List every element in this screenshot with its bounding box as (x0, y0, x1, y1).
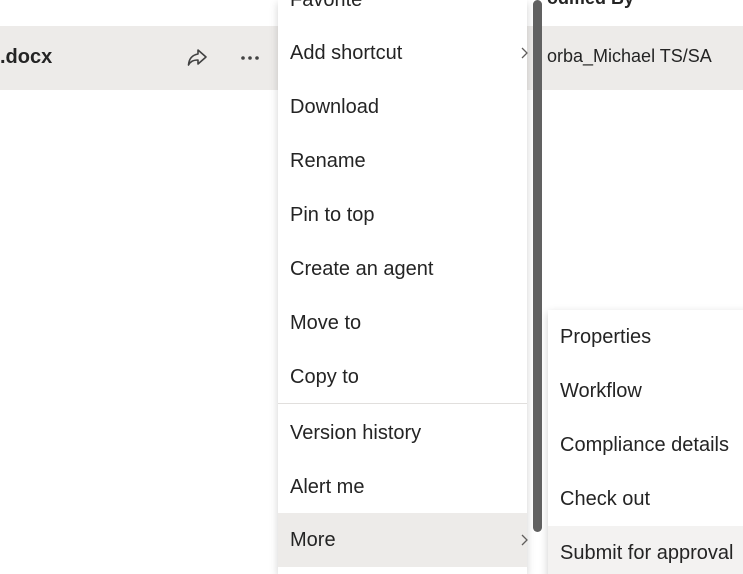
menu-item-label: Create an agent (290, 257, 434, 280)
more-submenu: Properties Workflow Compliance details C… (548, 310, 743, 574)
menu-item-rename[interactable]: Rename (278, 134, 527, 188)
menu-item-create-an-agent[interactable]: Create an agent (278, 242, 527, 296)
menu-item-label: Version history (290, 421, 422, 444)
submenu-item-label: Compliance details (560, 433, 729, 456)
submenu-item-label: Submit for approval (560, 541, 734, 564)
menu-item-label: Favorite (290, 0, 362, 12)
menu-item-label: Add shortcut (290, 41, 403, 64)
sharepoint-document-library: odified By .docx orba_Michael TS/SA Favo… (0, 0, 743, 574)
column-header-modified-by[interactable]: odified By (547, 0, 634, 9)
submenu-item-compliance-details[interactable]: Compliance details (548, 418, 743, 472)
share-icon (187, 49, 207, 66)
menu-item-alert-me[interactable]: Alert me (278, 460, 527, 514)
menu-item-label: Move to (290, 311, 362, 334)
ellipsis-icon (241, 56, 259, 60)
submenu-item-submit-for-approval[interactable]: Submit for approval (548, 526, 743, 574)
menu-item-label: Copy to (290, 365, 359, 388)
chevron-right-icon (521, 534, 528, 546)
menu-item-version-history[interactable]: Version history (278, 406, 527, 460)
submenu-item-workflow[interactable]: Workflow (548, 364, 743, 418)
modified-by-value: orba_Michael TS/SA (547, 46, 712, 66)
submenu-item-check-out[interactable]: Check out (548, 472, 743, 526)
menu-item-label: Rename (290, 149, 366, 172)
menu-item-copy-to[interactable]: Copy to (278, 350, 527, 404)
menu-item-move-to[interactable]: Move to (278, 296, 527, 350)
file-name[interactable]: .docx (0, 46, 52, 69)
menu-item-download[interactable]: Download (278, 80, 527, 134)
menu-item-add-shortcut[interactable]: Add shortcut (278, 26, 528, 80)
submenu-item-label: Check out (560, 487, 651, 510)
submenu-item-label: Workflow (560, 379, 642, 402)
context-menu: Favorite Add shortcut Download Rename Pi… (278, 0, 528, 574)
menu-item-label: Pin to top (290, 203, 375, 226)
menu-scrollbar[interactable] (533, 0, 542, 532)
submenu-item-properties[interactable]: Properties (548, 310, 743, 364)
menu-item-label: Alert me (290, 475, 365, 498)
submenu-item-label: Properties (560, 325, 652, 348)
menu-item-more[interactable]: More (278, 513, 528, 567)
menu-item-label: Download (290, 95, 379, 118)
menu-item-pin-to-top[interactable]: Pin to top (278, 188, 527, 242)
menu-divider (278, 403, 527, 404)
chevron-right-icon (521, 47, 528, 59)
menu-item-favorite[interactable]: Favorite (278, 0, 527, 27)
menu-item-label: More (290, 528, 336, 551)
share-button[interactable] (183, 44, 211, 72)
more-options-button[interactable] (236, 44, 264, 72)
